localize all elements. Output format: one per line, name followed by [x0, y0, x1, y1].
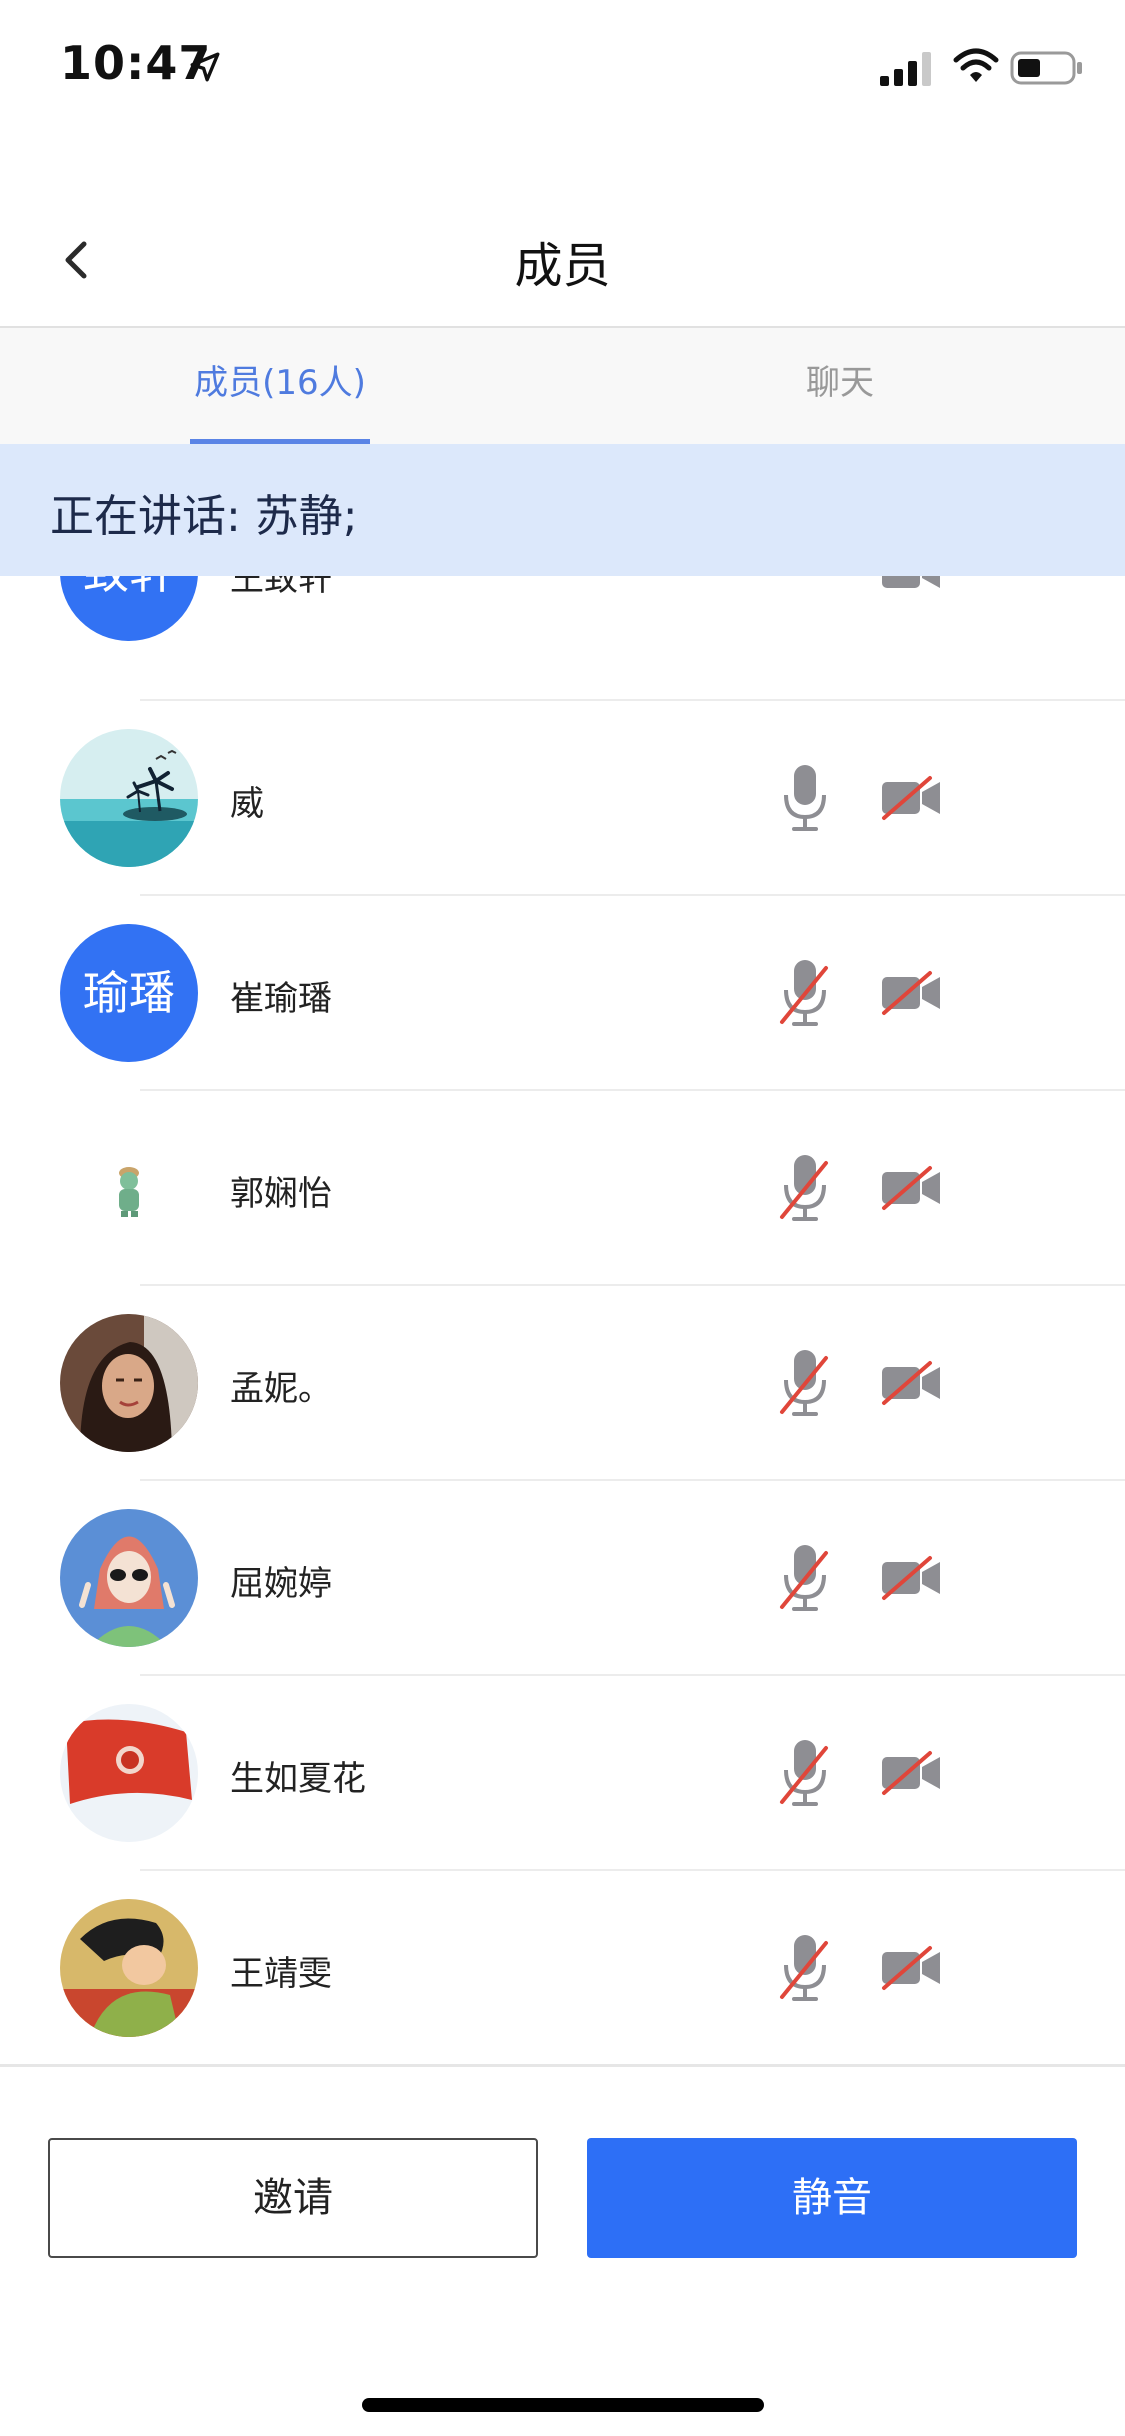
- cartoon-avatar-image: [60, 1509, 198, 1647]
- avatar: [60, 1314, 198, 1452]
- wifi-icon: [953, 48, 999, 82]
- member-name: 郭娴怡: [230, 1174, 332, 1214]
- figurine-avatar-image: [60, 1119, 198, 1257]
- tab-chat-label: 聊天: [806, 363, 874, 403]
- speaking-text: 正在讲话: 苏静;: [50, 491, 358, 542]
- camera-off-icon[interactable]: [880, 1749, 942, 1797]
- member-row[interactable]: 瑜璠 崔瑜璠: [0, 896, 1125, 1091]
- home-indicator[interactable]: [362, 2398, 764, 2412]
- status-bar: 10:47: [0, 0, 1125, 140]
- microphone-off-icon[interactable]: [778, 1738, 832, 1808]
- member-row[interactable]: 孟妮。: [0, 1286, 1125, 1481]
- avatar: 致轩: [60, 576, 198, 641]
- tab-chat[interactable]: 聊天: [750, 328, 930, 444]
- member-name: 屈婉婷: [230, 1564, 332, 1604]
- camera-icon[interactable]: [880, 576, 942, 596]
- avatar: 瑜璠: [60, 924, 198, 1062]
- avatar: [60, 1119, 198, 1257]
- flag-avatar-image: [60, 1704, 198, 1842]
- microphone-icon[interactable]: [778, 763, 832, 833]
- invite-button[interactable]: 邀请: [48, 2138, 538, 2258]
- cellular-signal-icon: [880, 52, 931, 86]
- member-row[interactable]: 王靖雯: [0, 1871, 1125, 2064]
- battery-icon: [1010, 51, 1082, 85]
- member-name: 崔瑜璠: [230, 979, 332, 1019]
- microphone-off-icon[interactable]: [778, 1933, 832, 2003]
- member-list[interactable]: 致轩 王致轩 威: [0, 576, 1125, 2064]
- camera-off-icon[interactable]: [880, 1164, 942, 1212]
- beach-avatar-image: [60, 729, 198, 867]
- page-title: 成员: [514, 238, 611, 294]
- camera-off-icon[interactable]: [880, 969, 942, 1017]
- nav-bar: 成员: [0, 190, 1125, 328]
- member-name: 王靖雯: [230, 1954, 332, 1994]
- member-row[interactable]: 屈婉婷: [0, 1481, 1125, 1676]
- footer-divider: [0, 2064, 1125, 2067]
- speaking-banner: 正在讲话: 苏静;: [0, 444, 1125, 576]
- member-row[interactable]: 致轩 王致轩: [0, 576, 1125, 701]
- tab-members[interactable]: 成员(16人): [190, 328, 370, 444]
- camera-off-icon[interactable]: [880, 1554, 942, 1602]
- microphone-off-icon[interactable]: [778, 1543, 832, 1613]
- mulan-avatar-image: [60, 1899, 198, 2037]
- member-name: 威: [230, 784, 264, 824]
- member-name: 孟妮。: [230, 1369, 332, 1409]
- tab-bar: 成员(16人) 聊天: [0, 328, 1125, 444]
- member-name: 生如夏花: [230, 1759, 366, 1799]
- member-name: 王致轩: [230, 576, 332, 599]
- member-row[interactable]: 威: [0, 701, 1125, 896]
- camera-off-icon[interactable]: [880, 774, 942, 822]
- avatar: [60, 1704, 198, 1842]
- portrait-avatar-image: [60, 1314, 198, 1452]
- location-arrow-icon: [190, 52, 220, 82]
- avatar: [60, 1509, 198, 1647]
- tab-members-label: 成员(16人): [194, 363, 366, 403]
- member-row[interactable]: 生如夏花: [0, 1676, 1125, 1871]
- avatar: [60, 1899, 198, 2037]
- camera-off-icon[interactable]: [880, 1359, 942, 1407]
- microphone-off-icon[interactable]: [778, 1153, 832, 1223]
- mute-all-button[interactable]: 静音: [587, 2138, 1077, 2258]
- microphone-off-icon[interactable]: [778, 1348, 832, 1418]
- avatar: [60, 729, 198, 867]
- member-row[interactable]: 郭娴怡: [0, 1091, 1125, 1286]
- camera-off-icon[interactable]: [880, 1944, 942, 1992]
- microphone-off-icon[interactable]: [778, 958, 832, 1028]
